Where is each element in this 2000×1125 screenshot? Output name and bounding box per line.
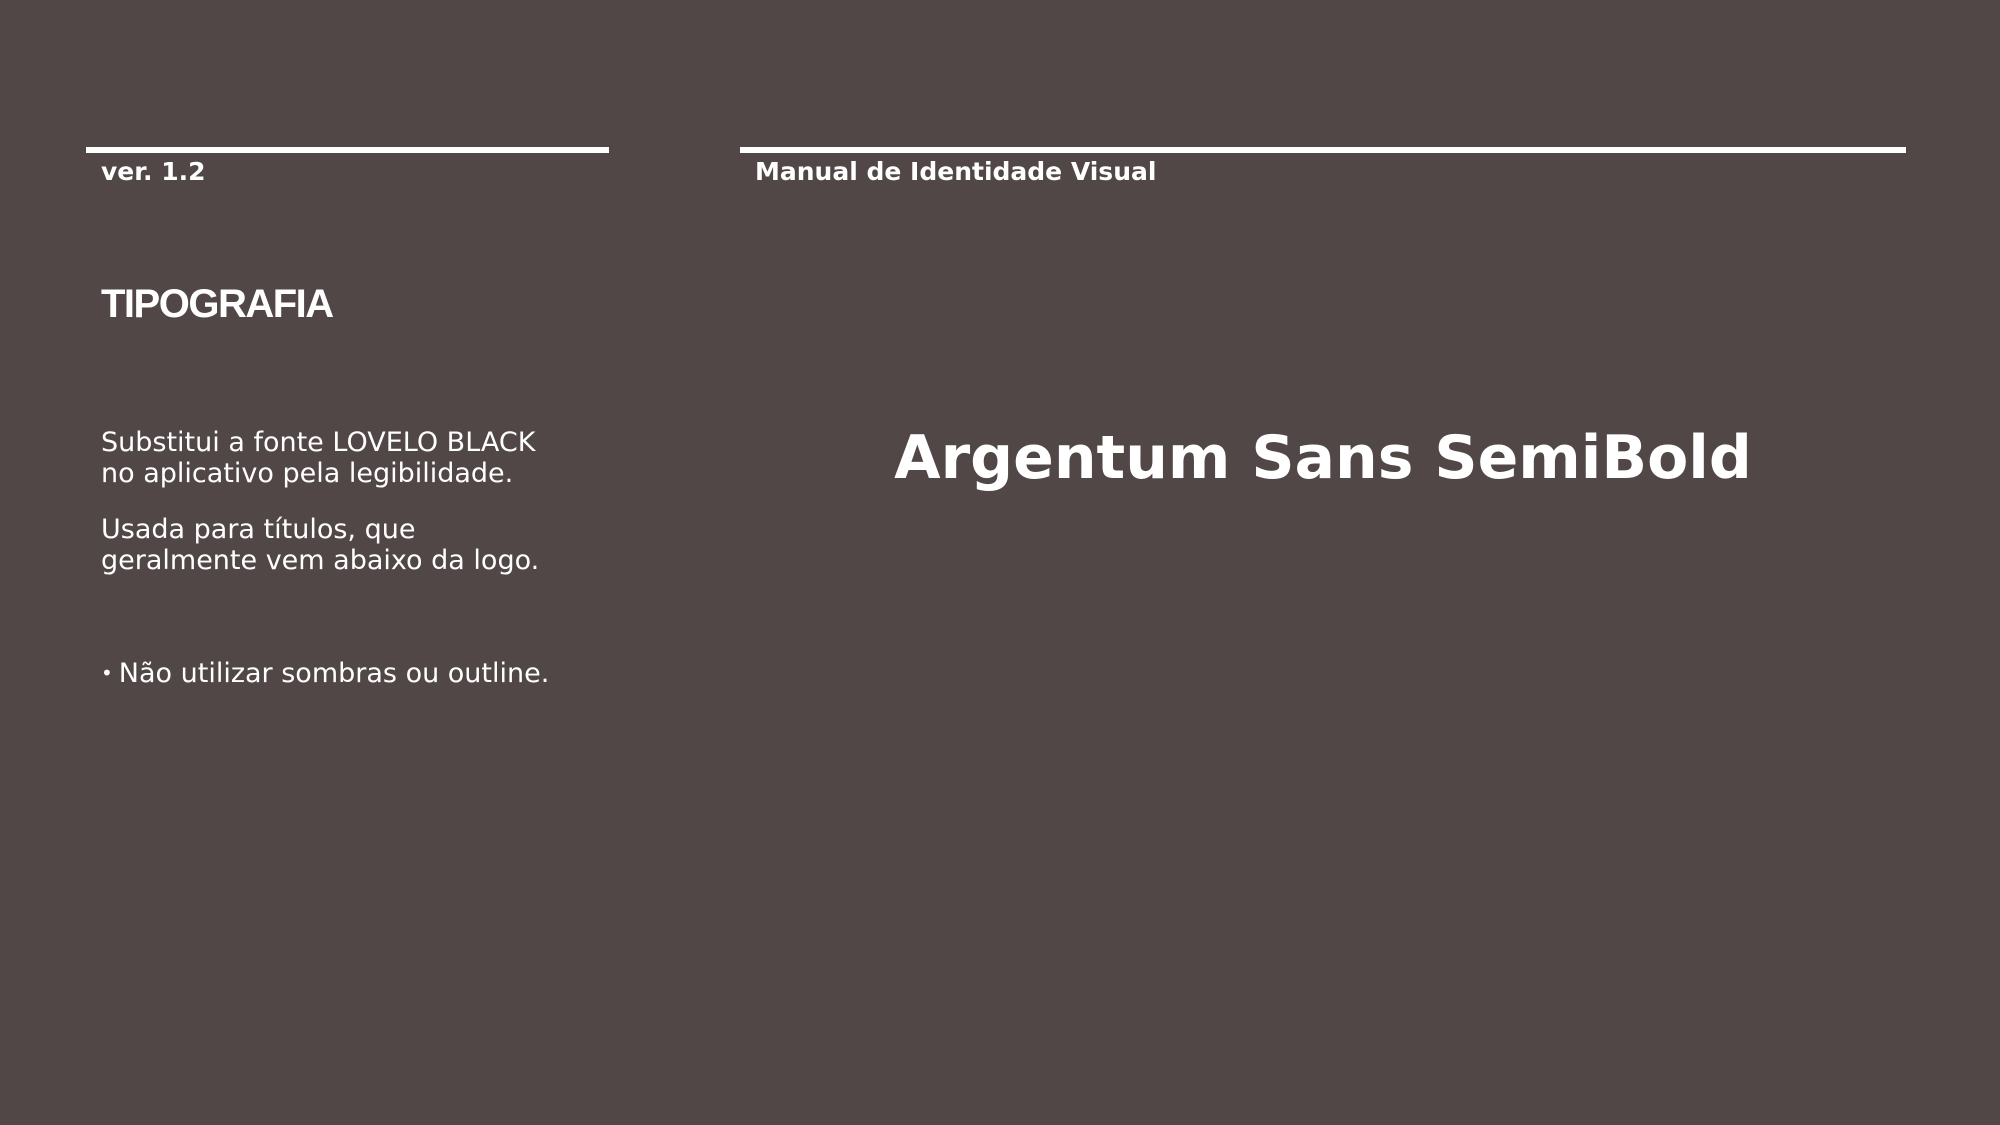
- manual-title: Manual de Identidade Visual: [755, 157, 1157, 186]
- description-paragraph-1: Substitui a fonte LOVELO BLACK no aplica…: [101, 427, 621, 489]
- paragraph-2-line-2: geralmente vem abaixo da logo.: [101, 545, 540, 576]
- paragraph-1-line-1: Substitui a fonte LOVELO BLACK: [101, 427, 536, 458]
- paragraph-1-line-2: no aplicativo pela legibilidade.: [101, 458, 514, 489]
- paragraph-2-line-1: Usada para títulos, que: [101, 514, 416, 545]
- header-rule-right: [740, 147, 1906, 153]
- bullet-dot-icon: •: [101, 661, 113, 685]
- guideline-text: Não utilizar sombras ou outline.: [118, 658, 550, 689]
- guideline-bullet: • Não utilizar sombras ou outline.: [101, 656, 549, 691]
- slide-page: ver. 1.2 Manual de Identidade Visual TIP…: [0, 0, 2000, 1125]
- version-label: ver. 1.2: [101, 157, 206, 186]
- font-sample-name: Argentum Sans SemiBold: [894, 423, 1752, 493]
- header-rule-left: [86, 147, 609, 153]
- description-paragraph-2: Usada para títulos, que geralmente vem a…: [101, 514, 621, 576]
- section-title: TIPOGRAFIA: [101, 282, 334, 326]
